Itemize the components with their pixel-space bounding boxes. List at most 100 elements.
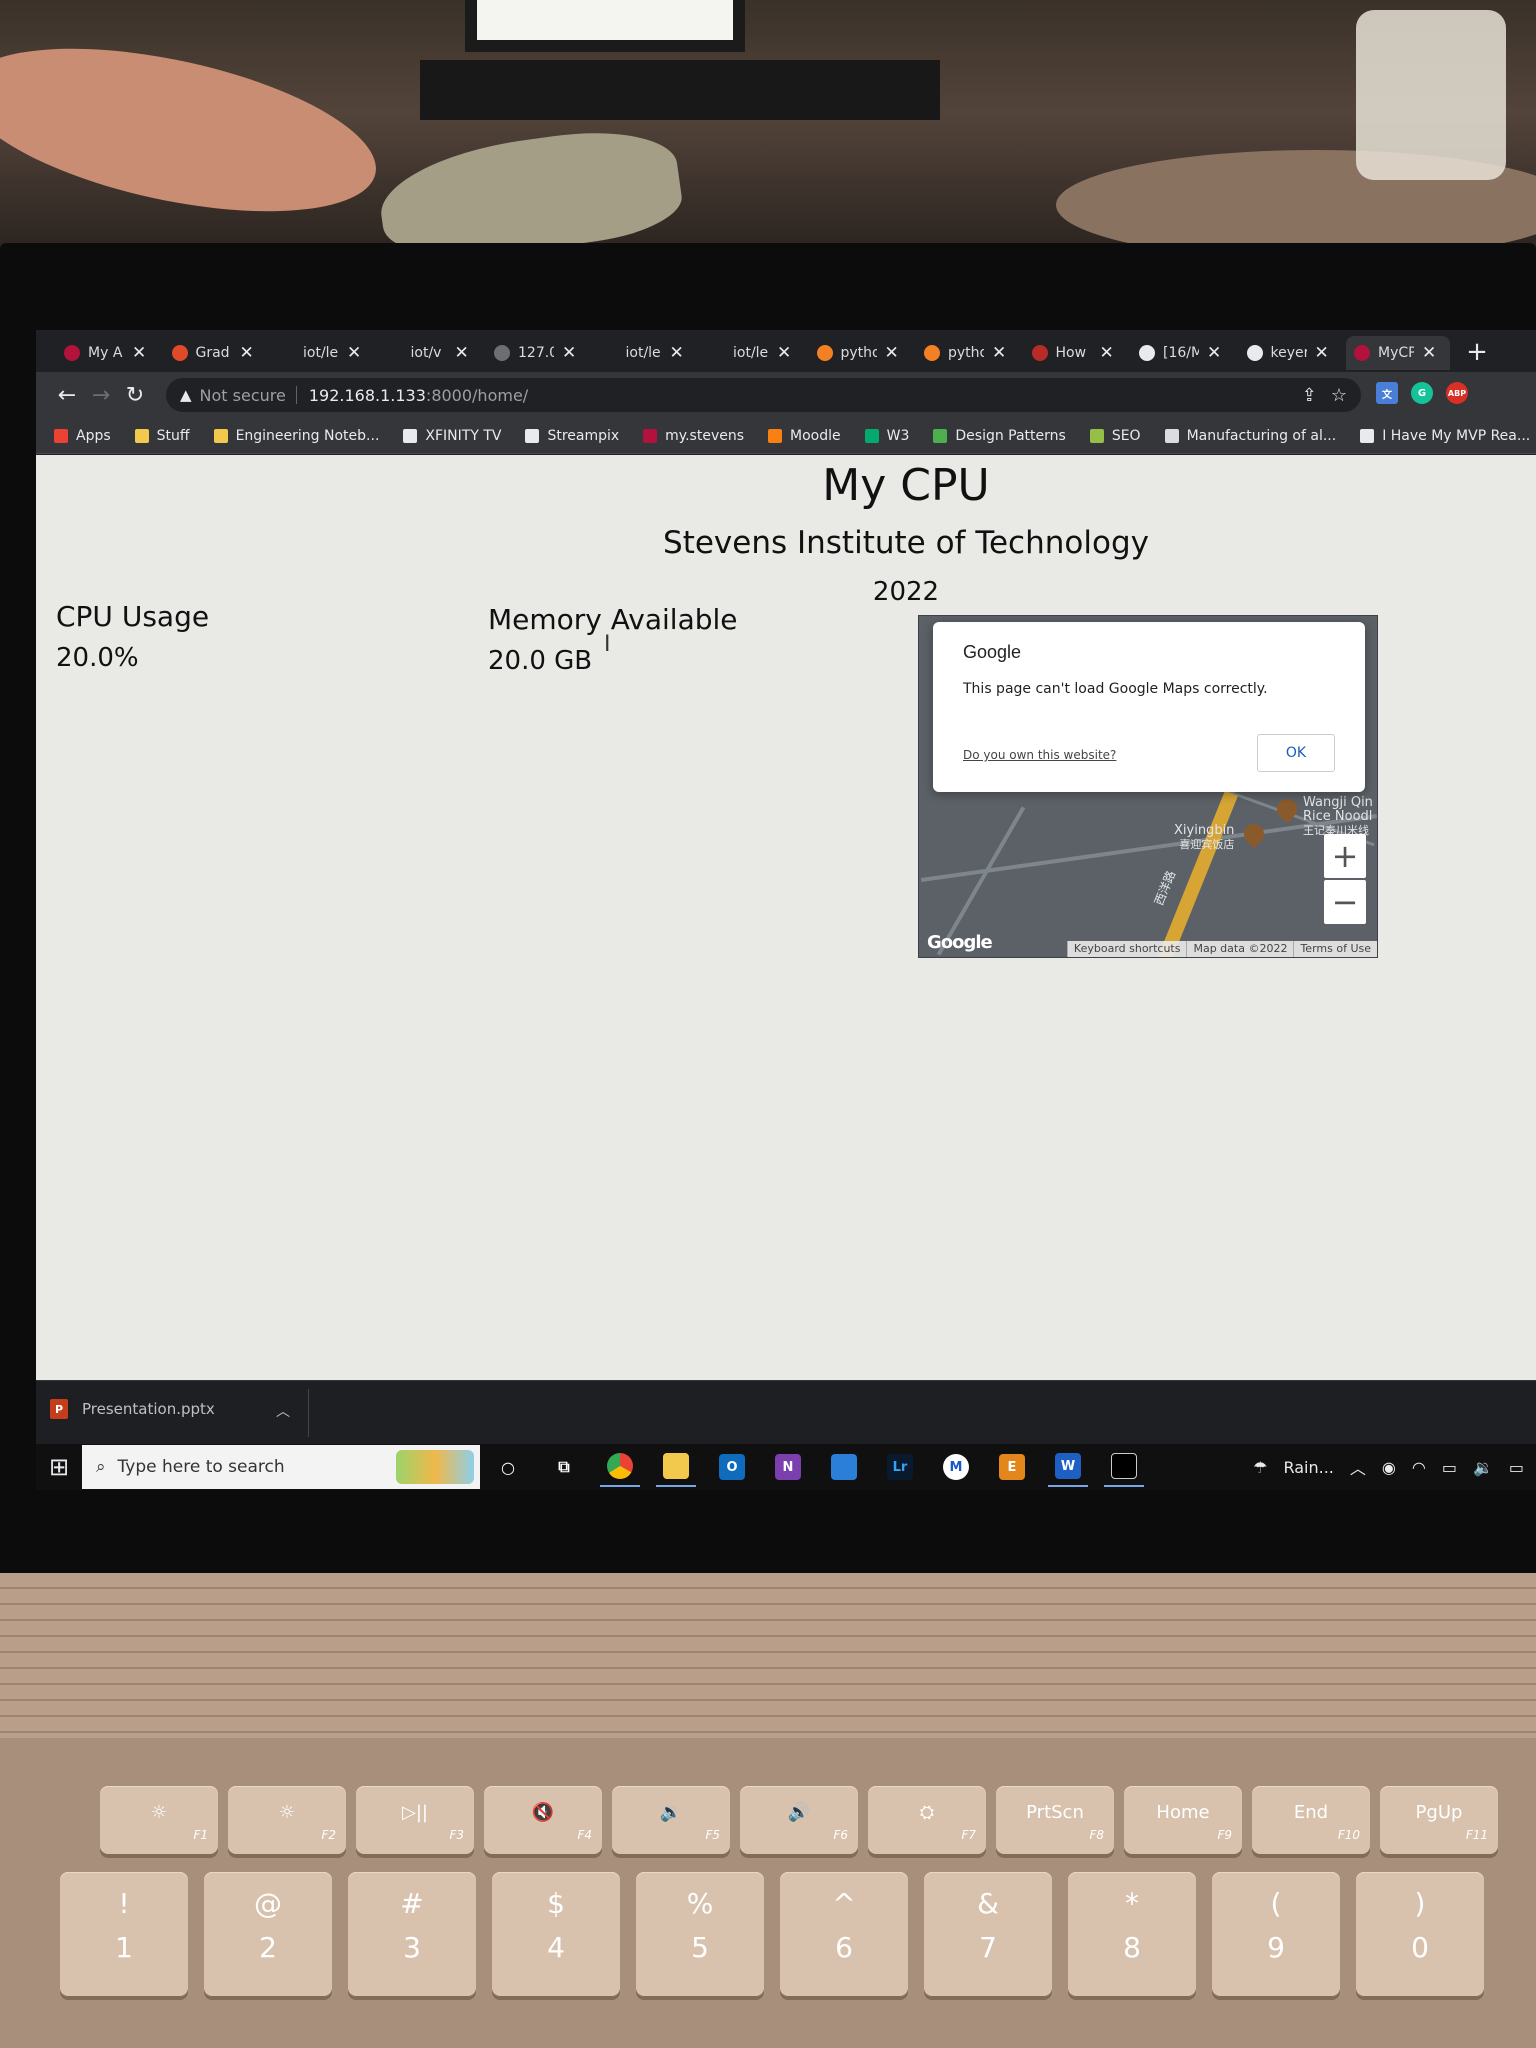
browser-tab[interactable]: iot/le ✕	[701, 336, 805, 370]
close-tab-icon[interactable]: ✕	[455, 343, 469, 363]
bookmark-item[interactable]: Stuff	[134, 428, 190, 444]
elementor-icon[interactable]: E	[992, 1447, 1032, 1487]
bookmark-item[interactable]: my.stevens	[643, 428, 744, 444]
close-tab-icon[interactable]: ✕	[992, 343, 1006, 363]
restaurant-pin-icon[interactable]	[1272, 794, 1302, 824]
number-key[interactable]: ! 1	[60, 1872, 188, 1996]
new-tab-button[interactable]: +	[1461, 336, 1493, 368]
close-tab-icon[interactable]: ✕	[1422, 343, 1436, 363]
terms-of-use-link[interactable]: Terms of Use	[1293, 941, 1377, 957]
bookmark-item[interactable]: XFINITY TV	[403, 428, 501, 444]
volume-icon[interactable]: 🔉	[1473, 1458, 1493, 1477]
display-icon[interactable]: ▭	[1442, 1458, 1457, 1477]
close-tab-icon[interactable]: ✕	[1315, 343, 1329, 363]
terminal-icon[interactable]	[1104, 1447, 1144, 1487]
browser-tab[interactable]: How ✕	[1024, 336, 1128, 370]
close-tab-icon[interactable]: ✕	[562, 343, 576, 363]
ok-button[interactable]: OK	[1257, 734, 1335, 772]
function-key[interactable]: ⛭ F7	[868, 1786, 986, 1854]
function-key[interactable]: 🔇 F4	[484, 1786, 602, 1854]
bookmark-item[interactable]: Apps	[54, 428, 111, 444]
taskbar-search-box[interactable]: ⌕ Type here to search	[82, 1445, 480, 1489]
bookmark-item[interactable]: Engineering Noteb...	[213, 428, 379, 444]
task-view-icon[interactable]: ⧉	[544, 1447, 584, 1487]
browser-tab[interactable]: Grad ✕	[164, 336, 268, 370]
share-icon[interactable]: ⇪	[1302, 385, 1317, 406]
function-key[interactable]: ☼ F1	[100, 1786, 218, 1854]
restaurant-pin-icon[interactable]	[1239, 819, 1269, 849]
number-key[interactable]: @2	[204, 1872, 332, 1996]
battery-icon[interactable]: ▭	[1509, 1458, 1524, 1477]
browser-tab[interactable]: keyer ✕	[1239, 336, 1343, 370]
back-arrow-icon[interactable]: ←	[50, 378, 84, 412]
bookmark-item[interactable]: Streampix	[525, 428, 619, 444]
number-key[interactable]: & 7	[924, 1872, 1052, 1996]
bookmark-item[interactable]: Design Patterns	[933, 428, 1066, 444]
function-key[interactable]: 🔊 F6	[740, 1786, 858, 1854]
browser-tab[interactable]: My A ✕	[56, 336, 160, 370]
forward-arrow-icon[interactable]: →	[84, 378, 118, 412]
browser-tab[interactable]: iot/v ✕	[379, 336, 483, 370]
grammarly-extension-icon[interactable]: G	[1411, 382, 1433, 404]
weather-rain-icon[interactable]: ☂	[1253, 1458, 1267, 1477]
function-key[interactable]: End F10	[1252, 1786, 1370, 1854]
number-key[interactable]: ^ 6	[780, 1872, 908, 1996]
function-key[interactable]: ▷|| F3	[356, 1786, 474, 1854]
function-key[interactable]: ☼ F2	[228, 1786, 346, 1854]
chrome-icon[interactable]	[600, 1447, 640, 1487]
own-website-link[interactable]: Do you own this website?	[963, 748, 1116, 762]
bookmark-item[interactable]: I Have My MVP Rea...	[1360, 428, 1530, 444]
bookmark-item[interactable]: Manufacturing of al...	[1164, 428, 1336, 444]
zoom-in-button[interactable]: +	[1324, 834, 1366, 878]
wifi-icon[interactable]: ◠	[1412, 1458, 1426, 1477]
store-icon[interactable]	[824, 1447, 864, 1487]
weather-label[interactable]: Rain...	[1283, 1458, 1333, 1477]
address-bar[interactable]: ▲ Not secure 192.168.1.133 :8000/home/ ⇪…	[166, 378, 1361, 412]
number-key[interactable]: * 8	[1068, 1872, 1196, 1996]
outlook-icon[interactable]: O	[712, 1447, 752, 1487]
close-tab-icon[interactable]: ✕	[885, 343, 899, 363]
google-map[interactable]: 西洋路 Xiyingbin 喜迎宾饭店 Wangji Qin Rice Nood…	[918, 615, 1378, 958]
word-icon[interactable]: W	[1048, 1447, 1088, 1487]
number-key[interactable]: (9	[1212, 1872, 1340, 1996]
bookmark-item[interactable]: W3	[864, 428, 909, 444]
lightroom-icon[interactable]: Lr	[880, 1447, 920, 1487]
bookmark-star-icon[interactable]: ☆	[1331, 385, 1347, 406]
download-item[interactable]: P Presentation.pptx	[50, 1399, 215, 1419]
chevron-up-icon[interactable]: ︿	[276, 1401, 290, 1421]
zoom-out-button[interactable]: −	[1324, 880, 1366, 924]
number-key[interactable]: $4	[492, 1872, 620, 1996]
poi-wangji[interactable]: Wangji Qin Rice Noodl 王记秦川米线	[1303, 796, 1377, 838]
close-tab-icon[interactable]: ✕	[1207, 343, 1221, 363]
file-explorer-icon[interactable]	[656, 1447, 696, 1487]
function-key[interactable]: Home F9	[1124, 1786, 1242, 1854]
browser-tab[interactable]: pytho ✕	[916, 336, 1020, 370]
adblock-extension-icon[interactable]: ABP	[1446, 382, 1468, 404]
onenote-icon[interactable]: N	[768, 1447, 808, 1487]
close-tab-icon[interactable]: ✕	[777, 343, 791, 363]
windows-start-icon[interactable]: ⊞	[36, 1444, 82, 1490]
number-key[interactable]: % 5	[636, 1872, 764, 1996]
meet-icon[interactable]: ◉	[1382, 1458, 1396, 1477]
close-tab-icon[interactable]: ✕	[347, 343, 361, 363]
number-key[interactable]: #3	[348, 1872, 476, 1996]
browser-tab[interactable]: pytho ✕	[809, 336, 913, 370]
close-tab-icon[interactable]: ✕	[670, 343, 684, 363]
bookmark-item[interactable]: Moodle	[768, 428, 841, 444]
close-tab-icon[interactable]: ✕	[240, 343, 254, 363]
translate-extension-icon[interactable]: 文	[1376, 382, 1398, 404]
function-key[interactable]: PrtScn F8	[996, 1786, 1114, 1854]
browser-tab[interactable]: 127.0 ✕	[486, 336, 590, 370]
close-tab-icon[interactable]: ✕	[1100, 343, 1114, 363]
keyboard-shortcuts-link[interactable]: Keyboard shortcuts	[1066, 941, 1187, 957]
close-tab-icon[interactable]: ✕	[132, 343, 146, 363]
cortana-icon[interactable]: ○	[488, 1447, 528, 1487]
browser-tab[interactable]: MyCP ✕	[1346, 336, 1450, 370]
browser-tab[interactable]: iot/le ✕	[271, 336, 375, 370]
browser-tab[interactable]: iot/le ✕	[594, 336, 698, 370]
app-icon[interactable]: M	[936, 1447, 976, 1487]
reload-icon[interactable]: ↻	[118, 378, 152, 412]
number-key[interactable]: ) 0	[1356, 1872, 1484, 1996]
poi-xiyingbin[interactable]: Xiyingbin 喜迎宾饭店	[1174, 824, 1234, 852]
bookmark-item[interactable]: SEO	[1089, 428, 1141, 444]
